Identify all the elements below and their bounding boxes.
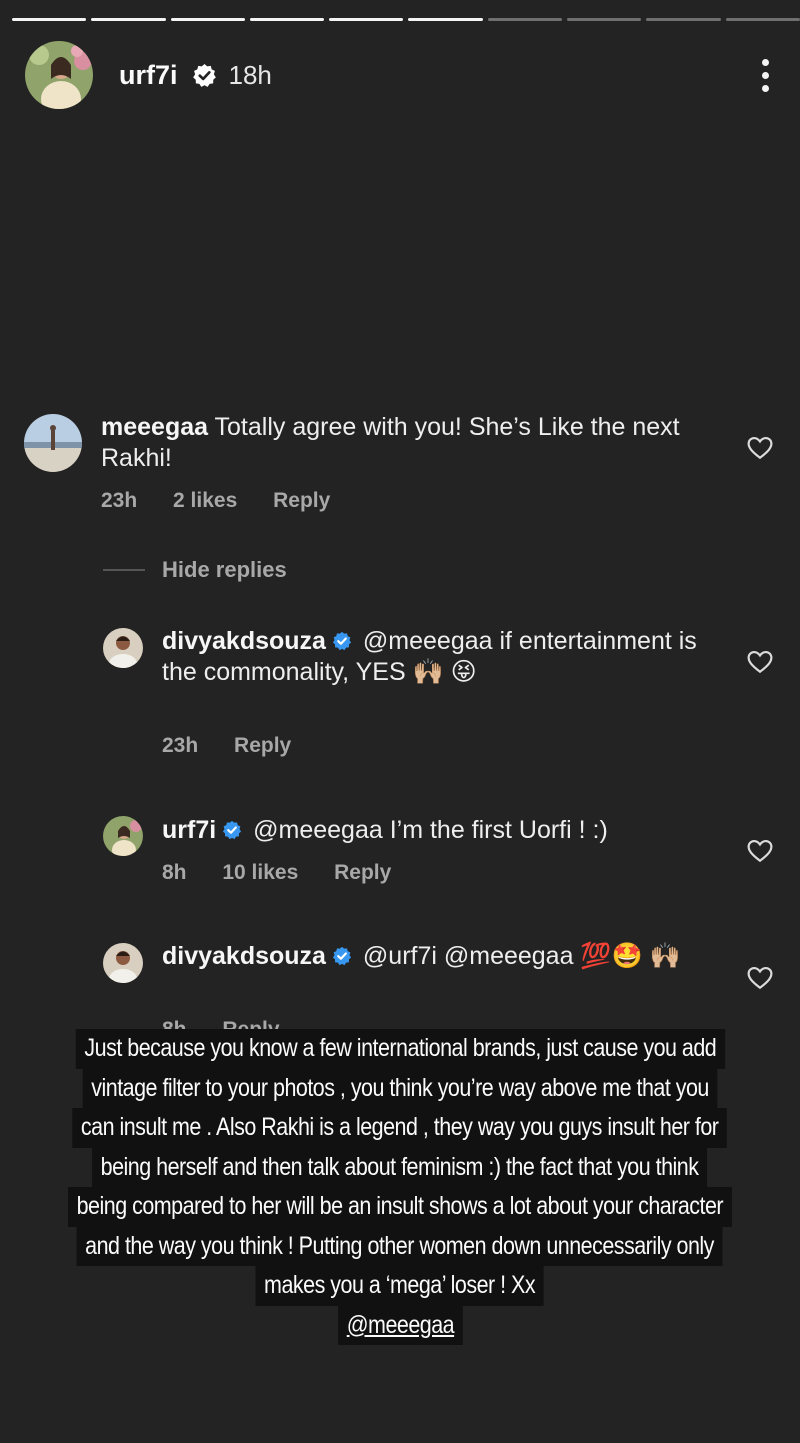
- comment-time: 8h: [162, 861, 187, 884]
- more-vertical-icon[interactable]: [750, 55, 780, 95]
- commenter-avatar[interactable]: [103, 816, 143, 856]
- profile-avatar[interactable]: [25, 41, 93, 109]
- comment-text: divyakdsouza @urf7i @meeegaa 💯🤩 🙌🏼: [162, 941, 722, 972]
- progress-segment: [329, 18, 404, 21]
- comment-body: @urf7i @meeegaa 💯🤩 🙌🏼: [362, 942, 681, 970]
- overlay-text-line: can insult me . Also Rakhi is a legend ,…: [72, 1108, 728, 1148]
- progress-segment: [249, 18, 325, 21]
- verified-badge-icon: [222, 817, 242, 840]
- divider: [103, 569, 145, 571]
- verified-badge-icon: [332, 943, 352, 966]
- overlay-text-line: being compared to her will be an insult …: [68, 1187, 732, 1227]
- comment-time: 23h: [162, 734, 199, 757]
- comment-username[interactable]: divyakdsouza: [162, 942, 326, 970]
- comment-text: divyakdsouza @meeegaa if entertainment i…: [162, 626, 722, 688]
- progress-segment: [646, 18, 721, 21]
- heart-icon[interactable]: [747, 839, 773, 863]
- story-progress-bar: [12, 18, 800, 22]
- progress-segment: [567, 18, 642, 21]
- comment-meta: 8h 10 likes Reply: [162, 861, 421, 885]
- overlay-text-line: Just because you know a few internationa…: [75, 1029, 725, 1069]
- comment-meta: 23h 2 likes Reply: [101, 489, 360, 513]
- hide-replies-label: Hide replies: [162, 557, 287, 582]
- progress-segment: [170, 18, 245, 21]
- comment-likes[interactable]: 2 likes: [173, 489, 237, 512]
- progress-segment: [12, 18, 87, 21]
- mention-link[interactable]: @meeegaa: [337, 1305, 463, 1345]
- comment-username[interactable]: urf7i: [162, 816, 216, 844]
- heart-icon[interactable]: [747, 436, 773, 460]
- comment-body: @meeegaa I’m the first Uorfi ! :): [253, 816, 608, 844]
- comment-time: 23h: [101, 489, 138, 512]
- commenter-avatar[interactable]: [103, 628, 143, 668]
- reply-button[interactable]: Reply: [234, 734, 291, 757]
- progress-segment: [91, 18, 166, 21]
- story-header: urf7i 18h: [25, 40, 780, 110]
- progress-segment: [408, 18, 483, 21]
- comment-username[interactable]: divyakdsouza: [162, 627, 326, 655]
- comment-likes[interactable]: 10 likes: [222, 861, 298, 884]
- story-username[interactable]: urf7i: [119, 60, 178, 91]
- comment-text: urf7i @meeegaa I’m the first Uorfi ! :): [162, 815, 722, 846]
- comment-meta: 23h Reply: [162, 734, 321, 758]
- comment-text: meeegaa Totally agree with you! She’s Li…: [101, 412, 721, 474]
- heart-icon[interactable]: [747, 650, 773, 674]
- reply-button[interactable]: Reply: [334, 861, 391, 884]
- verified-badge-icon: [192, 63, 217, 88]
- heart-icon[interactable]: [747, 966, 773, 990]
- overlay-text-line: being herself and then talk about femini…: [92, 1147, 708, 1187]
- story-timestamp: 18h: [228, 59, 272, 90]
- verified-badge-icon: [332, 628, 352, 651]
- story-text-overlay: Just because you know a few internationa…: [0, 1029, 800, 1345]
- hide-replies-toggle[interactable]: Hide replies: [103, 557, 287, 583]
- overlay-text-line: vintage filter to your photos , you thin…: [82, 1068, 718, 1108]
- overlay-text-line: makes you a ‘mega’ loser ! Xx: [255, 1266, 545, 1306]
- comment-username[interactable]: meeegaa: [101, 413, 208, 441]
- commenter-avatar[interactable]: [103, 943, 143, 983]
- progress-segment: [487, 18, 563, 21]
- overlay-text-line: and the way you think ! Putting other wo…: [77, 1226, 723, 1266]
- progress-segment: [725, 18, 800, 21]
- commenter-avatar[interactable]: [24, 414, 82, 472]
- story-viewer: urf7i 18h meeegaa Totally agree with you…: [0, 0, 800, 1443]
- reply-button[interactable]: Reply: [273, 489, 330, 512]
